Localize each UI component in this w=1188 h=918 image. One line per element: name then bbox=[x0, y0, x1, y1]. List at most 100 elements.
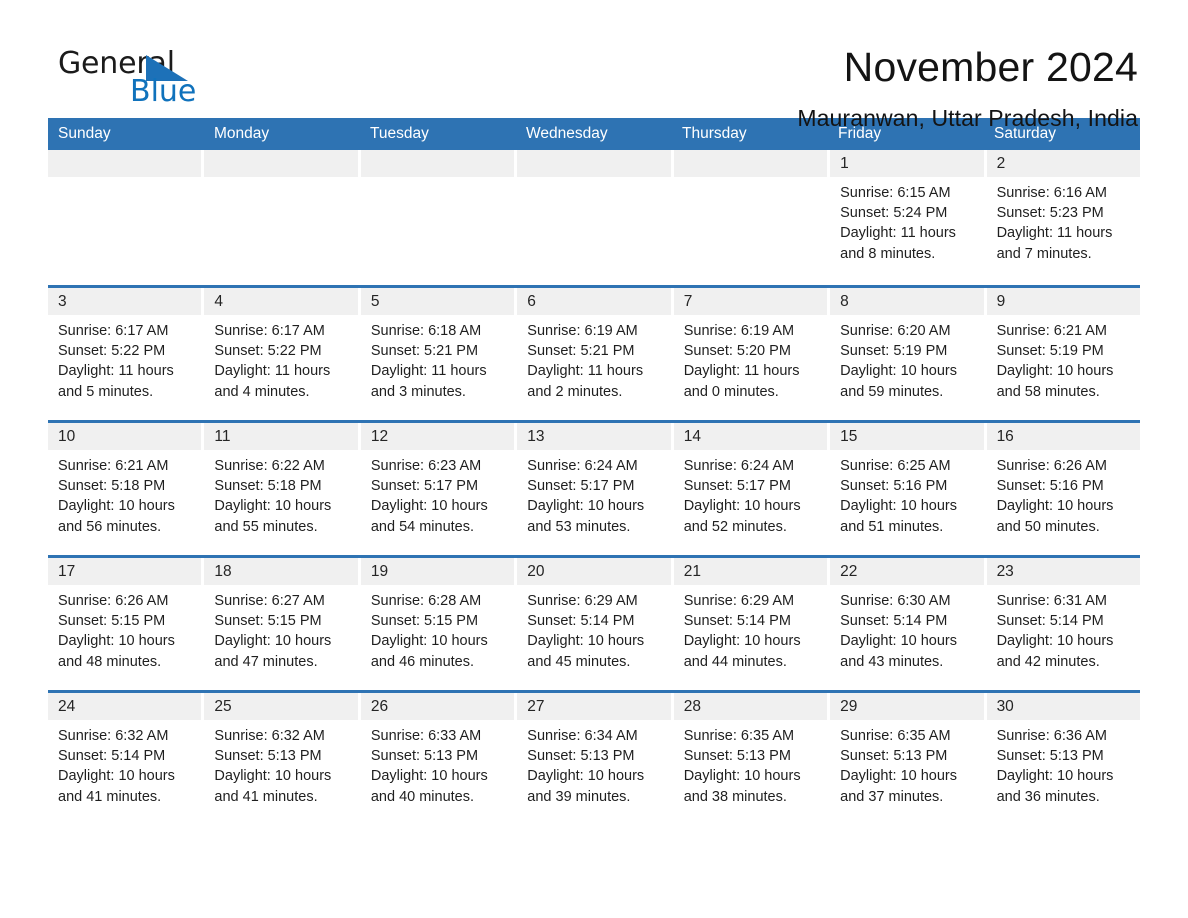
day-number: 8 bbox=[830, 288, 984, 316]
daylight-text: Daylight: 10 hours and 45 minutes. bbox=[527, 633, 645, 670]
calendar-day-cell[interactable]: 12 Sunrise: 6:23 AM Sunset: 5:17 PM Dayligh… bbox=[360, 423, 515, 555]
general-blue-logo[interactable]: General Blue bbox=[48, 46, 208, 110]
day-details: Sunrise: 6:15 AM Sunset: 5:24 PM Daylight:… bbox=[830, 177, 983, 264]
day-number: 20 bbox=[517, 558, 671, 586]
calendar-day-cell[interactable]: 30 Sunrise: 6:36 AM Sunset: 5:13 PM Dayligh… bbox=[986, 693, 1140, 825]
sunrise-text: Sunrise: 6:17 AM bbox=[58, 323, 169, 340]
day-details: Sunrise: 6:33 AM Sunset: 5:13 PM Daylight:… bbox=[361, 720, 514, 807]
sunrise-text: Sunrise: 6:24 AM bbox=[527, 458, 638, 475]
day-number: 4 bbox=[204, 288, 358, 316]
day-details: Sunrise: 6:27 AM Sunset: 5:15 PM Daylight:… bbox=[204, 585, 357, 672]
weekday-header-sunday: Sunday bbox=[58, 125, 111, 142]
day-details: Sunrise: 6:21 AM Sunset: 5:19 PM Daylight:… bbox=[987, 315, 1140, 402]
day-number: 22 bbox=[830, 558, 984, 586]
calendar-day-cell[interactable]: 7 Sunrise: 6:19 AM Sunset: 5:20 PM Daylight… bbox=[673, 288, 828, 420]
calendar-day-cell[interactable]: 29 Sunrise: 6:35 AM Sunset: 5:13 PM Dayligh… bbox=[830, 693, 984, 825]
daylight-text: Daylight: 11 hours and 2 minutes. bbox=[527, 363, 644, 400]
weekday-header-friday: Friday bbox=[838, 125, 882, 142]
calendar-day-cell-empty bbox=[673, 150, 828, 285]
calendar-week-row: 17 Sunrise: 6:26 AM Sunset: 5:15 PM Dayligh… bbox=[48, 555, 1140, 690]
calendar-day-cell[interactable]: 14 Sunrise: 6:24 AM Sunset: 5:17 PM Dayligh… bbox=[673, 423, 828, 555]
day-details: Sunrise: 6:21 AM Sunset: 5:18 PM Daylight:… bbox=[48, 450, 201, 537]
calendar-day-cell[interactable]: 10 Sunrise: 6:21 AM Sunset: 5:18 PM Dayligh… bbox=[48, 423, 202, 555]
day-details: Sunrise: 6:17 AM Sunset: 5:22 PM Daylight:… bbox=[48, 315, 201, 402]
daylight-text: Daylight: 11 hours and 7 minutes. bbox=[996, 225, 1113, 262]
sunset-text: Sunset: 5:22 PM bbox=[58, 343, 166, 360]
weekday-header-monday: Monday bbox=[214, 125, 270, 142]
day-number: 10 bbox=[48, 423, 202, 451]
sunrise-text: Sunrise: 6:23 AM bbox=[370, 458, 482, 475]
calendar-day-cell[interactable]: 13 Sunrise: 6:24 AM Sunset: 5:17 PM Dayligh… bbox=[517, 423, 671, 555]
sunrise-text: Sunrise: 6:31 AM bbox=[996, 593, 1107, 610]
page-header: General Blue November 2024 Mauranwan, Ut… bbox=[48, 0, 1140, 131]
sunrise-text: Sunrise: 6:26 AM bbox=[996, 458, 1107, 475]
day-details: Sunrise: 6:28 AM Sunset: 5:15 PM Daylight:… bbox=[361, 585, 514, 672]
day-number: 6 bbox=[517, 288, 671, 316]
calendar-day-cell[interactable]: 28 Sunrise: 6:35 AM Sunset: 5:13 PM Dayligh… bbox=[673, 693, 828, 825]
day-number: 3 bbox=[48, 288, 202, 316]
weekday-header-row: Sunday Monday Tuesday Wednesday Thursday Frid… bbox=[48, 118, 1140, 151]
daylight-text: Daylight: 10 hours and 59 minutes. bbox=[840, 363, 958, 400]
calendar-day-cell[interactable]: 20 Sunrise: 6:29 AM Sunset: 5:14 PM Dayligh… bbox=[517, 558, 671, 690]
sunrise-text: Sunrise: 6:35 AM bbox=[683, 728, 795, 745]
day-details: Sunrise: 6:24 AM Sunset: 5:17 PM Daylight:… bbox=[517, 450, 670, 537]
day-number: 18 bbox=[204, 558, 358, 586]
calendar-day-cell[interactable]: 16 Sunrise: 6:26 AM Sunset: 5:16 PM Dayligh… bbox=[986, 423, 1140, 555]
daylight-text: Daylight: 10 hours and 54 minutes. bbox=[370, 498, 488, 535]
day-number: 17 bbox=[48, 558, 202, 586]
calendar-day-cell[interactable]: 4 Sunrise: 6:17 AM Sunset: 5:22 PM Daylight… bbox=[204, 288, 358, 420]
daylight-text: Daylight: 10 hours and 48 minutes. bbox=[58, 633, 175, 670]
sunset-text: Sunset: 5:13 PM bbox=[840, 748, 948, 765]
calendar-day-cell[interactable]: 21 Sunrise: 6:29 AM Sunset: 5:14 PM Dayligh… bbox=[673, 558, 828, 690]
sunset-text: Sunset: 5:23 PM bbox=[996, 205, 1104, 222]
calendar-day-cell[interactable]: 26 Sunrise: 6:33 AM Sunset: 5:13 PM Dayligh… bbox=[360, 693, 515, 825]
calendar-week-row: 10 Sunrise: 6:21 AM Sunset: 5:18 PM Dayligh… bbox=[48, 420, 1140, 555]
sunset-text: Sunset: 5:22 PM bbox=[214, 343, 322, 360]
daylight-text: Daylight: 10 hours and 38 minutes. bbox=[683, 768, 801, 805]
daylight-text: Daylight: 10 hours and 52 minutes. bbox=[683, 498, 801, 535]
daylight-text: Daylight: 11 hours and 4 minutes. bbox=[214, 363, 331, 400]
day-details: Sunrise: 6:29 AM Sunset: 5:14 PM Daylight:… bbox=[674, 585, 827, 672]
daylight-text: Daylight: 11 hours and 5 minutes. bbox=[58, 363, 174, 400]
day-number: 29 bbox=[830, 693, 984, 721]
calendar-day-cell[interactable]: 24 Sunrise: 6:32 AM Sunset: 5:14 PM Dayligh… bbox=[48, 693, 202, 825]
calendar-day-cell-empty bbox=[48, 150, 202, 285]
sunrise-text: Sunrise: 6:25 AM bbox=[840, 458, 951, 475]
day-number bbox=[673, 150, 828, 178]
calendar-day-cell[interactable]: 15 Sunrise: 6:25 AM Sunset: 5:16 PM Dayligh… bbox=[830, 423, 984, 555]
calendar-day-cell[interactable]: 2 Sunrise: 6:16 AM Sunset: 5:23 PM Daylight… bbox=[986, 150, 1140, 285]
sunset-text: Sunset: 5:16 PM bbox=[996, 478, 1104, 495]
calendar-day-cell[interactable]: 8 Sunrise: 6:20 AM Sunset: 5:19 PM Daylight… bbox=[830, 288, 984, 420]
sunset-text: Sunset: 5:15 PM bbox=[370, 613, 479, 630]
calendar-day-cell[interactable]: 18 Sunrise: 6:27 AM Sunset: 5:15 PM Dayligh… bbox=[204, 558, 358, 690]
calendar-day-cell-empty bbox=[360, 150, 515, 285]
sunset-text: Sunset: 5:17 PM bbox=[370, 478, 479, 495]
logo-text-blue: Blue bbox=[130, 74, 197, 109]
month-calendar: Sunday Monday Tuesday Wednesday Thursday Frid… bbox=[48, 118, 1140, 825]
day-number: 1 bbox=[830, 150, 984, 178]
calendar-day-cell[interactable]: 5 Sunrise: 6:18 AM Sunset: 5:21 PM Daylight… bbox=[360, 288, 515, 420]
sunrise-text: Sunrise: 6:29 AM bbox=[527, 593, 638, 610]
day-details: Sunrise: 6:26 AM Sunset: 5:16 PM Daylight:… bbox=[987, 450, 1140, 537]
calendar-day-cell[interactable]: 25 Sunrise: 6:32 AM Sunset: 5:13 PM Dayligh… bbox=[204, 693, 358, 825]
day-details: Sunrise: 6:34 AM Sunset: 5:13 PM Daylight:… bbox=[517, 720, 670, 807]
sunset-text: Sunset: 5:18 PM bbox=[58, 478, 166, 495]
calendar-day-cell[interactable]: 27 Sunrise: 6:34 AM Sunset: 5:13 PM Dayligh… bbox=[517, 693, 671, 825]
calendar-day-cell[interactable]: 3 Sunrise: 6:17 AM Sunset: 5:22 PM Daylight… bbox=[48, 288, 202, 420]
calendar-day-cell[interactable]: 6 Sunrise: 6:19 AM Sunset: 5:21 PM Daylight… bbox=[517, 288, 671, 420]
calendar-day-cell[interactable]: 19 Sunrise: 6:28 AM Sunset: 5:15 PM Dayligh… bbox=[360, 558, 515, 690]
calendar-day-cell[interactable]: 9 Sunrise: 6:21 AM Sunset: 5:19 PM Daylight… bbox=[986, 288, 1140, 420]
calendar-day-cell[interactable]: 17 Sunrise: 6:26 AM Sunset: 5:15 PM Dayligh… bbox=[48, 558, 202, 690]
day-details: Sunrise: 6:32 AM Sunset: 5:14 PM Daylight:… bbox=[48, 720, 201, 807]
day-number: 7 bbox=[673, 288, 828, 316]
calendar-day-cell[interactable]: 22 Sunrise: 6:30 AM Sunset: 5:14 PM Dayligh… bbox=[830, 558, 984, 690]
day-number bbox=[517, 150, 671, 178]
sunset-text: Sunset: 5:16 PM bbox=[840, 478, 948, 495]
calendar-day-cell[interactable]: 11 Sunrise: 6:22 AM Sunset: 5:18 PM Dayligh… bbox=[204, 423, 358, 555]
calendar-day-cell[interactable]: 23 Sunrise: 6:31 AM Sunset: 5:14 PM Dayligh… bbox=[986, 558, 1140, 690]
calendar-day-cell[interactable]: 1 Sunrise: 6:15 AM Sunset: 5:24 PM Daylight… bbox=[830, 150, 984, 285]
sunrise-text: Sunrise: 6:34 AM bbox=[527, 728, 638, 745]
sunrise-text: Sunrise: 6:19 AM bbox=[527, 323, 638, 340]
sunset-text: Sunset: 5:15 PM bbox=[214, 613, 322, 630]
sunset-text: Sunset: 5:13 PM bbox=[996, 748, 1104, 765]
